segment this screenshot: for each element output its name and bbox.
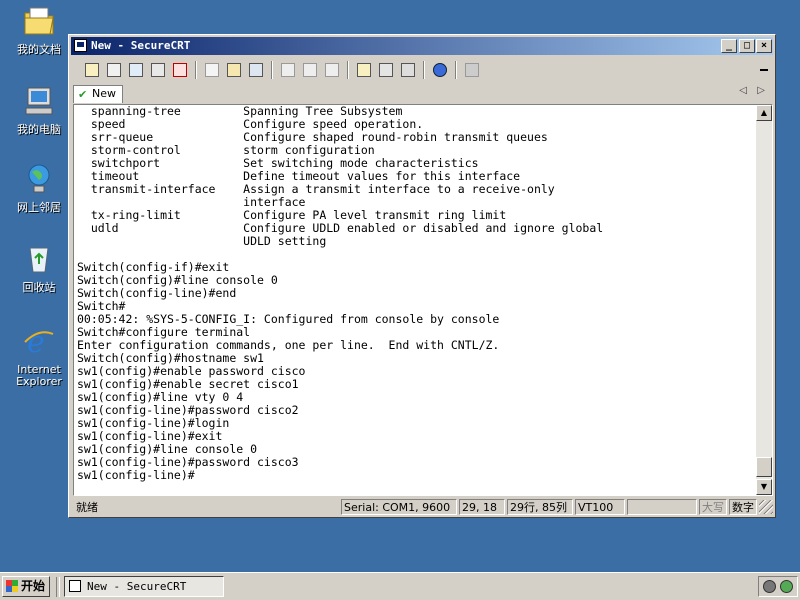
taskbar: 开始 New - SecureCRT (0, 572, 800, 600)
securecrt-task-icon (69, 580, 81, 592)
terminal-line: sw1(config-line)# (77, 468, 195, 482)
status-ready: 就绪 (76, 501, 98, 514)
status-num-lock: 数字 (729, 499, 757, 515)
svg-text:e: e (27, 325, 45, 358)
global-options-icon[interactable] (377, 61, 395, 79)
tab-label: New (92, 87, 116, 100)
status-cursor-position: 29, 18 (459, 499, 505, 515)
toolbar-overflow-icon[interactable] (757, 59, 771, 77)
taskbar-separator (56, 577, 60, 597)
paste-icon[interactable] (225, 61, 243, 79)
toolbar-separator (271, 61, 273, 79)
maximize-button[interactable]: □ (739, 39, 755, 53)
connect-in-tab-icon[interactable] (127, 61, 145, 79)
windows-logo-icon (6, 580, 18, 592)
desktop-icon-label: 我的电脑 (17, 123, 61, 136)
print-setup-icon[interactable] (323, 61, 341, 79)
network-status-icon[interactable] (780, 580, 793, 593)
print-selection-icon[interactable] (301, 61, 319, 79)
terminal-line: Switch(config-line)#end (77, 286, 237, 300)
computer-icon (25, 87, 53, 115)
help-icon[interactable] (431, 61, 449, 79)
copy-icon[interactable] (203, 61, 221, 79)
status-caps-lock: 大写 (699, 499, 727, 515)
quick-connect-icon[interactable] (105, 61, 123, 79)
start-label: 开始 (21, 579, 46, 593)
sftp-icon[interactable] (463, 61, 481, 79)
keymap-icon[interactable] (399, 61, 417, 79)
desktop-icon-my-computer[interactable]: 我的电脑 (6, 84, 72, 136)
desktop-icon-my-documents[interactable]: 我的文档 (6, 4, 72, 56)
title-bar[interactable]: New - SecureCRT _ □ × (71, 37, 773, 55)
tab-scroll-left-icon[interactable]: ◁ (739, 85, 747, 96)
connected-check-icon: ✔ (78, 88, 88, 101)
desktop-icon-label: 回收站 (22, 281, 56, 294)
resize-grip[interactable] (759, 500, 773, 514)
securecrt-app-icon[interactable] (74, 39, 87, 52)
taskbar-item-label: New - SecureCRT (87, 580, 187, 593)
close-button[interactable]: × (756, 39, 772, 53)
toolbar-separator (423, 61, 425, 79)
start-button[interactable]: 开始 (2, 576, 50, 597)
tab-new[interactable]: ✔ New (73, 85, 123, 103)
minimize-button[interactable]: _ (721, 39, 737, 53)
status-terminal-size: 29行, 85列 (507, 499, 573, 515)
reconnect-icon[interactable] (149, 61, 167, 79)
tab-scroll-right-icon[interactable]: ▷ (757, 85, 765, 96)
status-bar: 就绪 Serial: COM1, 9600 29, 18 29行, 85列 VT… (71, 498, 773, 516)
toolbar (71, 57, 773, 83)
window-title: New - SecureCRT (91, 39, 191, 52)
connect-icon[interactable] (83, 61, 101, 79)
terminal-frame: spanning-tree Spanning Tree Subsystem sp… (73, 104, 773, 496)
scroll-thumb[interactable] (756, 457, 772, 477)
system-tray (758, 576, 798, 597)
desktop-icon-label: Internet Explorer (16, 363, 62, 388)
terminal-screen[interactable]: spanning-tree Spanning Tree Subsystem sp… (74, 105, 757, 495)
toolbar-separator (455, 61, 457, 79)
folder-icon (24, 7, 54, 35)
scroll-down-button[interactable]: ▼ (756, 479, 772, 495)
session-tab-bar: ✔ New ◁ ▷ (71, 83, 773, 103)
desktop-icon-label: 网上邻居 (17, 201, 61, 214)
status-empty-panel (627, 499, 697, 515)
desktop-icon-label: 我的文档 (17, 43, 61, 56)
desktop-icon-recycle-bin[interactable]: 回收站 (6, 242, 72, 294)
taskbar-item-securecrt[interactable]: New - SecureCRT (64, 576, 224, 597)
status-terminal-type: VT100 (575, 499, 625, 515)
securecrt-window: New - SecureCRT _ □ × ✔ New ◁ ▷ spanning… (68, 34, 776, 518)
vertical-scrollbar[interactable]: ▲ ▼ (756, 105, 772, 495)
volume-icon[interactable] (763, 580, 776, 593)
disconnect-icon[interactable] (171, 61, 189, 79)
toolbar-separator (347, 61, 349, 79)
ie-icon: e (24, 325, 54, 360)
status-serial: Serial: COM1, 9600 (341, 499, 457, 515)
recycle-bin-icon (29, 247, 49, 273)
print-icon[interactable] (279, 61, 297, 79)
network-icon (28, 164, 50, 193)
desktop-icon-internet-explorer[interactable]: e Internet Explorer (6, 324, 72, 388)
find-icon[interactable] (247, 61, 265, 79)
toolbar-separator (195, 61, 197, 79)
session-options-icon[interactable] (355, 61, 373, 79)
terminal-output[interactable]: spanning-tree Spanning Tree Subsystem sp… (77, 105, 603, 482)
desktop-icon-network[interactable]: 网上邻居 (6, 162, 72, 214)
scroll-up-button[interactable]: ▲ (756, 105, 772, 121)
terminal-line: UDLD setting (77, 234, 327, 248)
